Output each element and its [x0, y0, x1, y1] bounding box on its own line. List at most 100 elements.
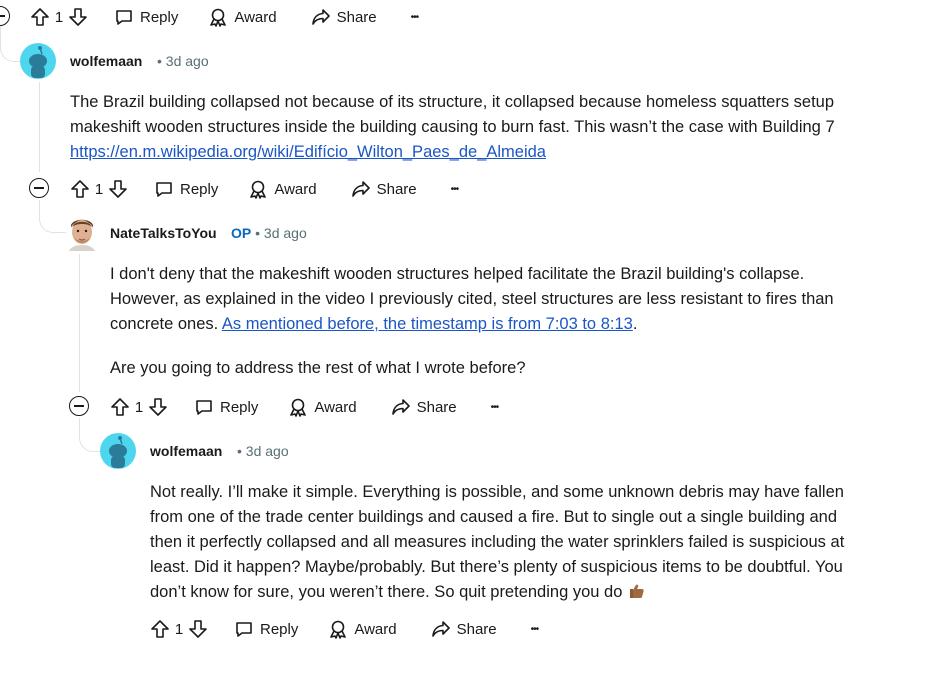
- share-button[interactable]: Share: [311, 7, 377, 27]
- comment-author[interactable]: wolfemaan: [150, 443, 222, 459]
- avatar[interactable]: [100, 433, 136, 469]
- reply-label: Reply: [140, 8, 179, 26]
- comment-timestamp: • 3d ago: [237, 443, 289, 459]
- reply-button[interactable]: Reply: [194, 397, 258, 417]
- comment-text-line: then it perfectly collapsed and all meas…: [150, 533, 845, 551]
- action-bar: 1 Reply Award Share •••: [110, 393, 499, 421]
- comment-body: Not really. I’ll make it simple. Everyth…: [150, 480, 930, 605]
- action-bar: 1 Reply Award Share •••: [70, 175, 459, 203]
- reply-button[interactable]: Reply: [114, 7, 178, 27]
- share-icon: [431, 621, 450, 637]
- comment-body: I don't deny that the makeshift wooden s…: [110, 262, 930, 381]
- more-options-button[interactable]: •••: [411, 12, 419, 23]
- comment-body: The Brazil building collapsed not becaus…: [70, 90, 930, 165]
- award-button[interactable]: Award: [248, 179, 317, 199]
- reply-label: Reply: [260, 620, 299, 638]
- comment-text-line: I don't deny that the makeshift wooden s…: [110, 265, 805, 283]
- comment-icon: [236, 622, 252, 637]
- arrow-down-icon: [69, 8, 87, 26]
- arrow-up-icon: [111, 398, 129, 416]
- timestamp-link[interactable]: As mentioned before, the timestamp is fr…: [222, 315, 633, 333]
- award-icon: [330, 620, 347, 639]
- share-label: Share: [336, 8, 377, 26]
- award-label: Award: [314, 398, 357, 416]
- arrow-down-icon: [149, 398, 167, 416]
- more-options-button[interactable]: •••: [531, 624, 539, 635]
- award-button[interactable]: Award: [328, 619, 397, 639]
- timestamp[interactable]: 3d ago: [246, 443, 289, 459]
- award-button[interactable]: Award: [288, 397, 357, 417]
- comment-icon: [196, 400, 212, 415]
- share-icon: [311, 9, 330, 25]
- comment-text-line: Not really. I’ll make it simple. Everyth…: [150, 483, 844, 501]
- comment-icon: [156, 182, 172, 197]
- arrow-up-icon: [151, 620, 169, 638]
- user-photo-icon: [66, 215, 98, 251]
- downvote-button[interactable]: [148, 397, 168, 417]
- award-label: Award: [354, 620, 397, 638]
- arrow-up-icon: [71, 180, 89, 198]
- wikipedia-link[interactable]: https://en.m.wikipedia.org/wiki/Edifício…: [70, 143, 546, 161]
- award-label: Award: [274, 180, 317, 198]
- thread-curve-reply-1: [39, 200, 67, 233]
- award-button[interactable]: Award: [208, 7, 277, 27]
- downvote-button[interactable]: [108, 179, 128, 199]
- comment-text-line: concrete ones.: [110, 315, 222, 333]
- timestamp[interactable]: 3d ago: [166, 53, 209, 69]
- reply-button[interactable]: Reply: [154, 179, 218, 199]
- comment-text-line: However, as explained in the video I pre…: [110, 290, 834, 308]
- reply-label: Reply: [220, 398, 259, 416]
- meta-separator: •: [157, 53, 162, 69]
- comment-text-line: makeshift wooden structures inside the b…: [70, 118, 835, 136]
- share-button[interactable]: Share: [431, 619, 497, 639]
- share-button[interactable]: Share: [391, 397, 457, 417]
- meta-separator: •: [237, 443, 242, 459]
- comment-text-line: from one of the trade center buildings a…: [150, 508, 838, 526]
- upvote-button[interactable]: [70, 179, 90, 199]
- award-icon: [290, 398, 307, 417]
- action-bar-top: 1 Reply Award Share •••: [30, 3, 419, 31]
- action-bar: 1 Reply Award Share •••: [150, 615, 539, 643]
- share-button[interactable]: Share: [351, 179, 417, 199]
- collapse-thread-button[interactable]: [0, 6, 10, 26]
- share-label: Share: [456, 620, 497, 638]
- share-icon: [351, 181, 370, 197]
- comment-author[interactable]: NateTalksToYou: [110, 225, 217, 241]
- comment-text-line: Are you going to address the rest of wha…: [110, 359, 526, 377]
- upvote-button[interactable]: [150, 619, 170, 639]
- collapse-thread-button[interactable]: [29, 178, 49, 198]
- award-icon: [210, 8, 227, 27]
- arrow-up-icon: [31, 8, 49, 26]
- share-icon: [391, 399, 410, 415]
- downvote-button[interactable]: [68, 7, 88, 27]
- comment-author[interactable]: wolfemaan: [70, 53, 142, 69]
- thread-curve: [0, 24, 20, 62]
- collapse-thread-button[interactable]: [69, 396, 89, 416]
- upvote-button[interactable]: [30, 7, 50, 27]
- more-options-button[interactable]: •••: [491, 402, 499, 413]
- thread-curve-reply-2: [79, 418, 101, 452]
- comment-text-line: don’t know for sure, you weren’t there. …: [150, 583, 623, 601]
- arrow-down-icon: [189, 620, 207, 638]
- vote-count: 1: [134, 398, 144, 416]
- more-options-button[interactable]: •••: [451, 184, 459, 195]
- avatar[interactable]: [20, 43, 56, 79]
- award-icon: [250, 180, 267, 199]
- upvote-button[interactable]: [110, 397, 130, 417]
- comment-icon: [116, 10, 132, 25]
- snoo-avatar-icon: [109, 436, 127, 468]
- vote-count: 1: [94, 180, 104, 198]
- downvote-button[interactable]: [188, 619, 208, 639]
- avatar[interactable]: [66, 215, 98, 251]
- op-badge: OP: [231, 225, 252, 241]
- meta-separator: •: [255, 225, 261, 241]
- vote-count: 1: [174, 620, 184, 638]
- comment-text-line: The Brazil building collapsed not becaus…: [70, 93, 835, 111]
- thread-line-comment-1: [39, 82, 40, 172]
- timestamp[interactable]: 3d ago: [264, 225, 307, 241]
- reply-button[interactable]: Reply: [234, 619, 298, 639]
- share-label: Share: [376, 180, 417, 198]
- award-label: Award: [234, 8, 277, 26]
- comment-text-line: least. Did it happen? Maybe/probably. Bu…: [150, 558, 843, 576]
- comment-meta: OP • 3d ago: [231, 225, 307, 241]
